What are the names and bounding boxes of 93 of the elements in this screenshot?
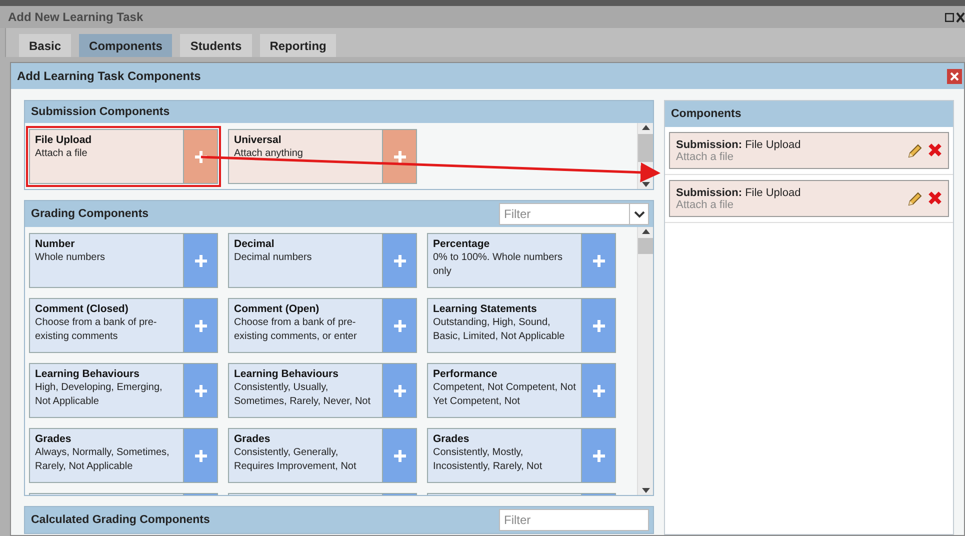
dialog-title: Add Learning Task Components xyxy=(17,69,201,83)
add-button[interactable] xyxy=(581,364,615,417)
plus-icon xyxy=(392,318,406,332)
close-icon xyxy=(950,72,959,80)
add-button[interactable] xyxy=(183,130,217,183)
plus-icon xyxy=(392,384,406,398)
component-name: Comment (Open) xyxy=(234,303,320,315)
add-button[interactable] xyxy=(183,364,217,417)
plus-icon xyxy=(194,318,208,332)
component-label: Submission: File Upload xyxy=(676,138,801,150)
component-name: Grades xyxy=(433,433,470,445)
close-icon[interactable] xyxy=(956,12,965,22)
down-arrow-icon xyxy=(642,182,650,187)
add-button[interactable] xyxy=(581,299,615,352)
add-button[interactable] xyxy=(382,234,416,287)
add-button[interactable] xyxy=(183,234,217,287)
plus-icon xyxy=(392,448,406,462)
add-button[interactable] xyxy=(581,429,615,482)
component-name: Learning Behaviours xyxy=(35,368,140,380)
component-name: File Upload xyxy=(35,134,93,146)
plus-icon xyxy=(392,254,406,268)
plus-icon xyxy=(592,254,606,268)
component-description: Decimal numbers xyxy=(234,251,313,265)
component-description: Always, Normally, Sometimes, Rarely, Not Applicable xyxy=(35,446,170,474)
component-description: Attach anything xyxy=(234,147,304,161)
delete-button[interactable] xyxy=(928,142,942,158)
edit-button[interactable] xyxy=(907,142,923,158)
plus-icon xyxy=(592,448,606,462)
delete-button[interactable] xyxy=(928,190,942,206)
section-title: Submission Components xyxy=(31,106,170,118)
component-description: Competent, Not Competent, Not Yet Competent, Not xyxy=(433,381,577,409)
component-description: Outstanding, High, Sound, Basic, Limited, Not Applicable xyxy=(433,316,566,344)
window-title: Add New Learning Task xyxy=(8,10,144,24)
component-name: Percentage xyxy=(433,238,491,250)
component-name: Learning Behaviours xyxy=(234,368,340,380)
plus-icon xyxy=(592,318,606,332)
add-button[interactable] xyxy=(183,299,217,352)
component-description: Whole numbers xyxy=(35,251,106,265)
component-description: High, Developing, Emerging, Not Applicable xyxy=(35,381,164,409)
add-button[interactable] xyxy=(382,299,416,352)
up-arrow-icon xyxy=(642,125,650,130)
component-description: Consistently, Usually, Sometimes, Rarely, Never, Not xyxy=(234,381,372,409)
delete-icon xyxy=(928,190,942,204)
add-button[interactable] xyxy=(581,234,615,287)
plus-icon xyxy=(392,150,406,164)
filter-field[interactable]: Filter xyxy=(499,203,630,225)
filter-field[interactable]: Filter xyxy=(499,509,649,531)
add-button[interactable] xyxy=(382,364,416,417)
add-button[interactable] xyxy=(382,130,416,183)
component-name: Comment (Closed) xyxy=(35,303,130,315)
plus-icon xyxy=(592,384,606,398)
plus-icon xyxy=(194,384,208,398)
tab[interactable]: Reporting xyxy=(260,34,336,57)
add-button[interactable] xyxy=(183,429,217,482)
component-name: Grades xyxy=(35,433,72,445)
down-arrow-icon xyxy=(642,488,650,493)
chevron-down-icon xyxy=(634,210,644,218)
component-description: Choose from a bank of pre-existing comments, or enter xyxy=(234,316,358,344)
component-name: Learning Statements xyxy=(433,303,538,315)
tab[interactable]: Basic xyxy=(19,34,72,57)
pencil-icon xyxy=(907,142,923,158)
component-name: Universal xyxy=(234,134,282,146)
delete-icon xyxy=(928,142,942,156)
edit-button[interactable] xyxy=(907,190,923,206)
component-description: Attach a file xyxy=(676,198,734,210)
tab[interactable]: Components xyxy=(79,34,172,57)
component-name: Number xyxy=(35,238,76,250)
component-description: Attach a file xyxy=(676,150,734,162)
component-name: Decimal xyxy=(234,238,276,250)
component-description: Choose from a bank of pre-existing comments xyxy=(35,316,158,344)
section-title: Grading Components xyxy=(31,208,149,220)
add-button[interactable] xyxy=(382,429,416,482)
plus-icon xyxy=(194,448,208,462)
scrollbar-thumb[interactable] xyxy=(638,134,653,162)
component-label: Submission: File Upload xyxy=(676,186,801,198)
component-description: 0% to 100%. Whole numbers only xyxy=(433,251,564,279)
component-name: Performance xyxy=(433,368,498,380)
plus-icon xyxy=(194,150,208,164)
panel-title: Components xyxy=(671,108,742,120)
component-description: Consistently, Mostly, Incosistently, Rarely, Not xyxy=(433,446,544,474)
component-description: Consistently, Generally, Requires Improvement, Not xyxy=(234,446,358,474)
pencil-icon xyxy=(907,190,923,206)
maximize-icon[interactable] xyxy=(945,12,954,22)
scrollbar-thumb[interactable] xyxy=(638,238,653,254)
component-description: Attach a file xyxy=(35,147,88,161)
plus-icon xyxy=(194,254,208,268)
dropdown-button[interactable] xyxy=(630,203,649,225)
scrollbar[interactable] xyxy=(637,227,653,495)
component-name: Grades xyxy=(234,433,272,445)
tab[interactable]: Students xyxy=(180,34,252,57)
up-arrow-icon xyxy=(642,229,650,234)
section-title: Calculated Grading Components xyxy=(31,514,210,526)
close-button[interactable] xyxy=(947,68,962,84)
